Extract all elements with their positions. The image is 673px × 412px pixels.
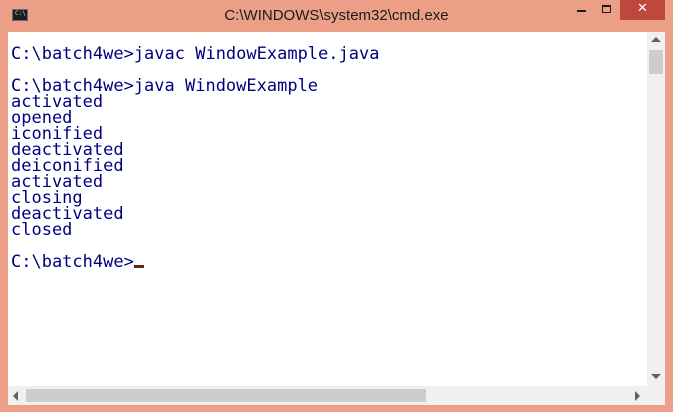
console-client-area: C:\batch4we>javac WindowExample.java C:\b…	[8, 32, 665, 405]
prompt-line: C:\batch4we>	[11, 252, 379, 272]
close-icon: ✕	[637, 1, 648, 16]
console-output[interactable]: C:\batch4we>javac WindowExample.java C:\b…	[8, 32, 647, 386]
minimize-button[interactable]	[568, 0, 594, 20]
title-bar[interactable]: C:\ C:\WINDOWS\system32\cmd.exe ✕	[0, 0, 673, 32]
console-line: closed	[11, 220, 73, 240]
text-cursor	[133, 265, 144, 268]
prompt-text: C:\batch4we>	[11, 252, 134, 272]
horizontal-scroll-thumb[interactable]	[26, 389, 426, 402]
scroll-down-arrow-icon[interactable]	[651, 374, 661, 379]
scroll-up-arrow-icon[interactable]	[651, 37, 661, 42]
vertical-scrollbar[interactable]	[647, 32, 665, 386]
horizontal-scrollbar[interactable]	[8, 386, 647, 405]
scroll-left-arrow-icon[interactable]	[13, 391, 18, 401]
maximize-icon	[602, 5, 611, 13]
cmd-window: C:\ C:\WINDOWS\system32\cmd.exe ✕ C:\bat…	[0, 0, 673, 412]
scrollbar-corner	[647, 386, 665, 405]
vertical-scroll-thumb[interactable]	[649, 50, 663, 74]
minimize-icon	[577, 10, 586, 12]
scroll-right-arrow-icon[interactable]	[635, 391, 640, 401]
console-line: C:\batch4we>javac WindowExample.java	[11, 44, 380, 64]
maximize-button[interactable]	[594, 0, 620, 20]
close-button[interactable]: ✕	[620, 0, 665, 20]
console-text: C:\batch4we>javac WindowExample.java C:\b…	[11, 44, 380, 272]
